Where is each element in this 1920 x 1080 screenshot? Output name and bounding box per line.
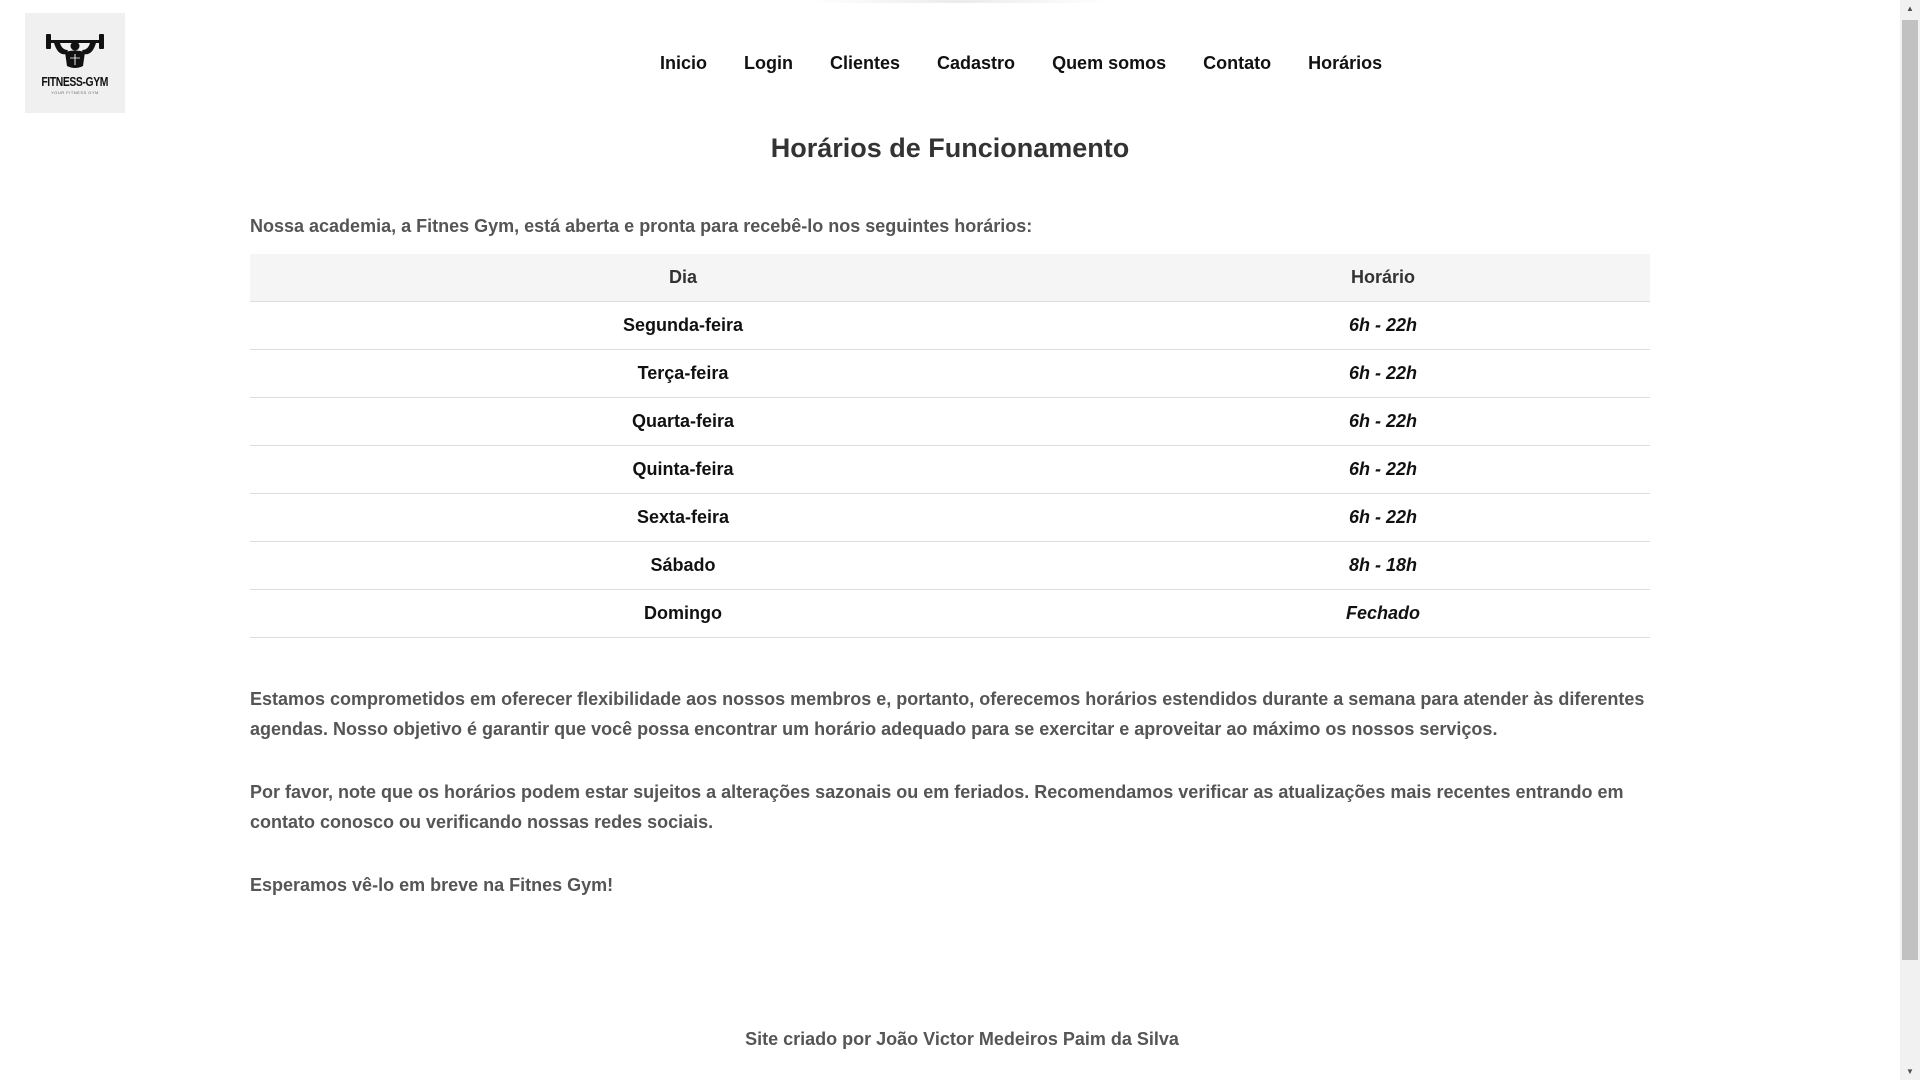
column-header-time: Horário bbox=[1115, 254, 1650, 302]
nav-item-inicio[interactable]: Inicio bbox=[660, 53, 707, 74]
time-cell: Fechado bbox=[1115, 589, 1650, 638]
arrow-down-icon[interactable]: ▼ bbox=[1900, 1063, 1920, 1080]
table-row: Domingo Fechado bbox=[250, 589, 1650, 638]
table-row: Quarta-feira 6h - 22h bbox=[250, 397, 1650, 446]
time-cell: 6h - 22h bbox=[1115, 349, 1650, 398]
closing-paragraph: Esperamos vê-lo em breve na Fitnes Gym! bbox=[250, 875, 614, 895]
time-cell: 6h - 22h bbox=[1115, 493, 1650, 542]
notice-paragraph: Por favor, note que os horários podem es… bbox=[250, 782, 1624, 832]
site-footer: Site criado por João Victor Medeiros Pai… bbox=[0, 1029, 1920, 1050]
intro-text: Nossa academia, a Fitnes Gym, está abert… bbox=[250, 216, 1033, 236]
time-cell: 6h - 22h bbox=[1115, 445, 1650, 494]
table-row: Quinta-feira 6h - 22h bbox=[250, 445, 1650, 494]
day-cell: Terça-feira bbox=[250, 349, 1116, 398]
top-shadow bbox=[810, 0, 1110, 3]
footer-credit: Site criado por João Victor Medeiros Pai… bbox=[745, 1029, 1179, 1049]
vertical-scrollbar[interactable]: ▲ ▼ bbox=[1900, 0, 1920, 1080]
arrow-up-icon[interactable]: ▲ bbox=[1900, 0, 1920, 17]
time-cell: 6h - 22h bbox=[1115, 301, 1650, 350]
day-cell: Quarta-feira bbox=[250, 397, 1116, 446]
main-nav: Inicio Login Clientes Cadastro Quem somo… bbox=[660, 53, 1419, 74]
hours-table: Dia Horário Segunda-feira 6h - 22h Terça… bbox=[250, 254, 1650, 638]
day-cell: Sábado bbox=[250, 541, 1116, 590]
page-title: Horários de Funcionamento bbox=[770, 133, 1130, 163]
site-logo[interactable]: FITNESS-GYM YOUR FITNESS GYM bbox=[25, 13, 125, 113]
logo-tagline: YOUR FITNESS GYM bbox=[51, 89, 99, 95]
table-row: Sábado 8h - 18h bbox=[250, 541, 1650, 590]
day-cell: Segunda-feira bbox=[250, 301, 1116, 350]
table-row: Sexta-feira 6h - 22h bbox=[250, 493, 1650, 542]
logo-title: FITNESS-GYM bbox=[41, 73, 109, 89]
time-cell: 6h - 22h bbox=[1115, 397, 1650, 446]
page: FITNESS-GYM YOUR FITNESS GYM Inicio Logi… bbox=[0, 0, 1920, 1080]
nav-item-login[interactable]: Login bbox=[744, 53, 793, 74]
nav-item-cadastro[interactable]: Cadastro bbox=[937, 53, 1015, 74]
day-cell: Domingo bbox=[250, 589, 1116, 638]
table-row: Terça-feira 6h - 22h bbox=[250, 349, 1650, 398]
table-header-row: Dia Horário bbox=[250, 254, 1650, 302]
time-cell: 8h - 18h bbox=[1115, 541, 1650, 590]
nav-item-horarios[interactable]: Horários bbox=[1308, 53, 1382, 74]
bodybuilder-icon bbox=[44, 32, 106, 72]
day-cell: Quinta-feira bbox=[250, 445, 1116, 494]
day-cell: Sexta-feira bbox=[250, 493, 1116, 542]
column-header-day: Dia bbox=[250, 254, 1116, 302]
nav-item-contato[interactable]: Contato bbox=[1203, 53, 1271, 74]
scrollbar-thumb[interactable] bbox=[1902, 20, 1918, 960]
flexibility-paragraph: Estamos comprometidos em oferecer flexib… bbox=[250, 689, 1645, 739]
table-row: Segunda-feira 6h - 22h bbox=[250, 301, 1650, 350]
nav-item-clientes[interactable]: Clientes bbox=[830, 53, 900, 74]
nav-item-quem-somos[interactable]: Quem somos bbox=[1052, 53, 1166, 74]
